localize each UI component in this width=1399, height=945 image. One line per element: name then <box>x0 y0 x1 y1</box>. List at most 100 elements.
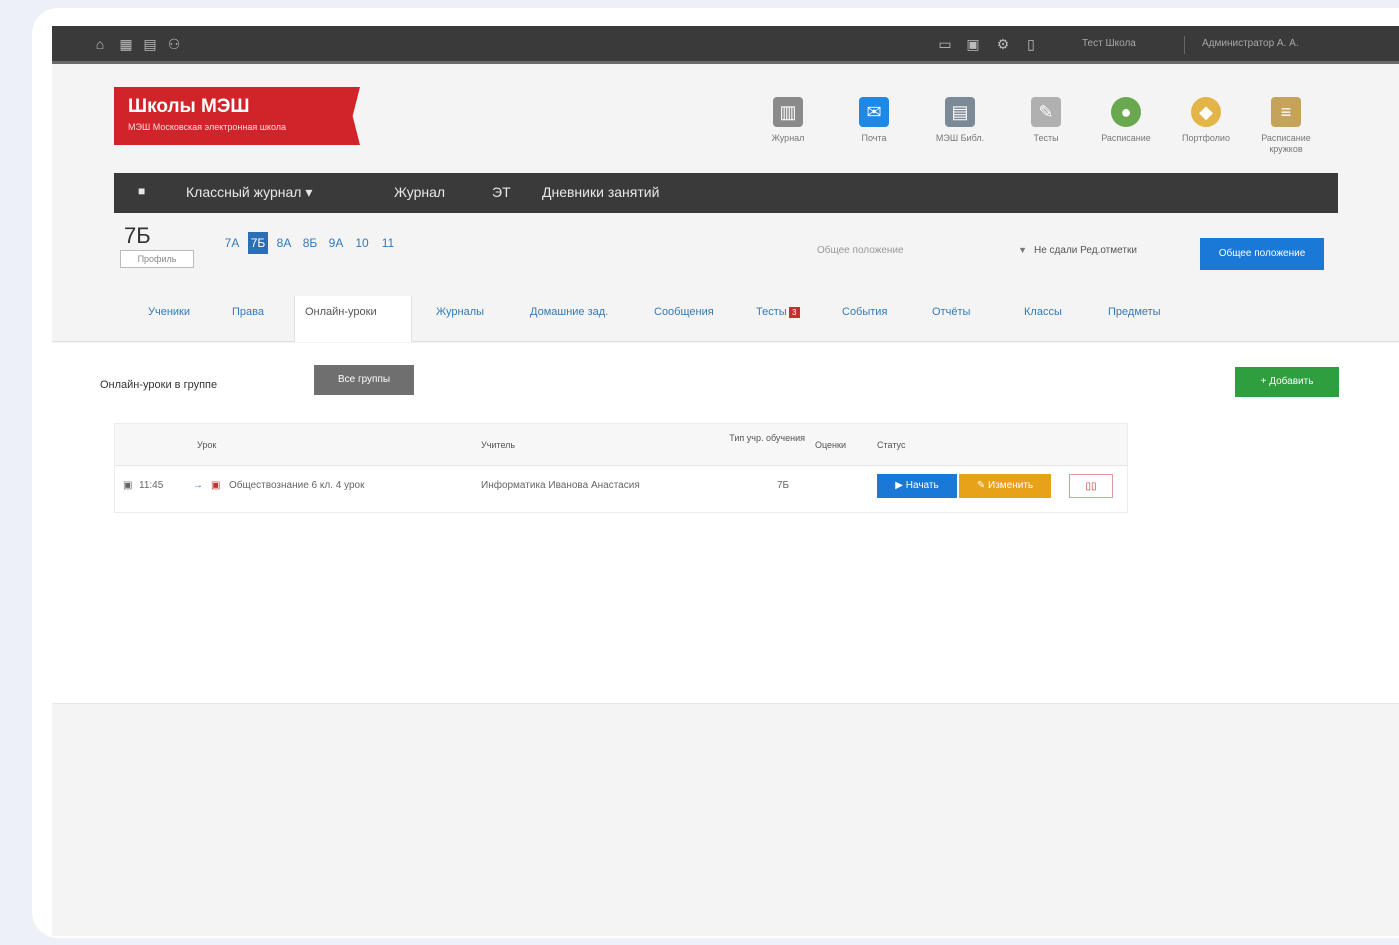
lesson-type: 7Б <box>777 480 790 491</box>
class-links[interactable]: Не сдали Ред.отметки <box>1034 245 1137 256</box>
screenshot-card: ⌂ ▦ ▤ ⚇ ▭ ▣ ⚙ ▯ Тест Школа Администратор… <box>32 8 1399 938</box>
general-button[interactable]: Общее положение <box>1200 238 1324 270</box>
table-row: ▣ 11:45 → ▣ Обществознание 6 кл. 4 урок … <box>115 466 1127 508</box>
tab-homework[interactable]: Домашние зад. <box>520 296 618 342</box>
lesson-title[interactable]: Обществознание 6 кл. 4 урок <box>229 480 364 491</box>
nav-diaries[interactable]: Дневники занятий <box>542 184 659 200</box>
class-link[interactable]: 8Б <box>300 232 320 254</box>
app-mail[interactable]: ✉ Почта <box>836 97 912 144</box>
tab-online-lessons[interactable]: Онлайн-уроки <box>294 296 412 342</box>
class-link[interactable]: 9А <box>326 232 346 254</box>
app-label: Портфолио <box>1182 133 1230 143</box>
expand-icon[interactable]: → <box>193 480 203 491</box>
grid-icon[interactable]: ■ <box>138 184 145 198</box>
tab-label: Сообщения <box>654 306 714 318</box>
checkbox[interactable]: ▣ <box>123 480 132 491</box>
tab-messages[interactable]: Сообщения <box>644 296 724 342</box>
class-title: 7Б <box>124 223 151 248</box>
library-icon: ▤ <box>945 97 975 127</box>
lessons-table: Урок Учитель Тип учр. обучения Оценки Ст… <box>114 423 1128 513</box>
lock-icon[interactable]: ▯ <box>1023 36 1039 52</box>
calendar-icon[interactable]: ▦ <box>118 36 134 52</box>
app-clubs[interactable]: ≡ Расписание кружков <box>1248 97 1324 155</box>
add-button[interactable]: + Добавить <box>1235 367 1339 397</box>
app-label: Расписание кружков <box>1261 133 1311 154</box>
column-header: Тип учр. обучения <box>729 433 805 443</box>
start-button[interactable]: ▶ Начать <box>877 474 957 498</box>
column-header: Статус <box>877 440 906 450</box>
user-icon[interactable]: ⚇ <box>166 36 182 52</box>
portfolio-icon: ◆ <box>1191 97 1221 127</box>
edit-button[interactable]: ✎ Изменить <box>959 474 1051 498</box>
app-library[interactable]: ▤ МЭШ Библ. <box>922 97 998 144</box>
tab-rights[interactable]: Права <box>222 296 274 342</box>
app-portfolio[interactable]: ◆ Портфолио <box>1168 97 1244 144</box>
app-label: Тесты <box>1033 133 1059 143</box>
class-profile-button[interactable]: Профиль <box>120 250 194 268</box>
tab-subjects[interactable]: Предметы <box>1098 296 1171 342</box>
class-link[interactable]: 7А <box>222 232 242 254</box>
header: Школы МЭШ МЭШ Московская электронная шко… <box>52 67 1399 177</box>
view-select[interactable]: Общее положение ▼ <box>817 245 1027 265</box>
settings-icon[interactable]: ⚙ <box>995 36 1011 52</box>
app-label: Журнал <box>771 133 805 143</box>
top-bar: ⌂ ▦ ▤ ⚇ ▭ ▣ ⚙ ▯ Тест Школа Администратор… <box>52 26 1399 64</box>
tab-label: Домашние зад. <box>530 306 609 318</box>
tab-tests[interactable]: Тесты 3 <box>746 296 810 342</box>
play-icon: ▶ <box>895 480 903 491</box>
tab-students[interactable]: Ученики <box>138 296 200 342</box>
tab-label: Журналы <box>436 306 485 318</box>
app-journal[interactable]: ▥ Журнал <box>750 97 826 144</box>
edit-label: Изменить <box>988 480 1034 491</box>
nav-et[interactable]: ЭТ <box>492 184 511 200</box>
class-link[interactable]: 8А <box>274 232 294 254</box>
main-content: Онлайн-уроки в группе Все группы + Добав… <box>52 343 1399 703</box>
app-window: ⌂ ▦ ▤ ⚇ ▭ ▣ ⚙ ▯ Тест Школа Администратор… <box>52 26 1399 936</box>
tab-classes[interactable]: Классы <box>1014 296 1072 342</box>
home-icon[interactable]: ⌂ <box>92 36 108 52</box>
nav-class-journal[interactable]: Классный журнал ▾ <box>186 184 312 201</box>
app-label: МЭШ Библ. <box>935 133 985 143</box>
tab-label: Тесты <box>756 306 787 318</box>
delete-button[interactable]: ▯▯ <box>1069 474 1113 498</box>
column-header: Оценки <box>815 440 846 450</box>
logo-title: Школы МЭШ <box>128 96 250 117</box>
clubs-icon: ≡ <box>1271 97 1301 127</box>
user-name[interactable]: Администратор А. А. <box>1202 38 1299 49</box>
nav-journal[interactable]: Журнал <box>394 184 445 200</box>
tab-badge: 3 <box>788 307 800 318</box>
class-link[interactable]: 11 <box>378 232 398 254</box>
tab-events[interactable]: События <box>832 296 897 342</box>
topbar-divider <box>1184 36 1185 54</box>
tab-label: Онлайн-уроки <box>305 306 377 318</box>
class-link[interactable]: 10 <box>352 232 372 254</box>
tab-journals[interactable]: Журналы <box>426 296 494 342</box>
mail-icon[interactable]: ▭ <box>937 36 953 52</box>
mail-icon: ✉ <box>859 97 889 127</box>
start-label: Начать <box>905 480 939 491</box>
class-switcher: 7А 7Б 8А 8Б 9А 10 11 <box>222 232 404 254</box>
app-label: Расписание <box>1101 133 1151 143</box>
journal-icon: ▥ <box>773 97 803 127</box>
tab-label: Классы <box>1024 306 1062 318</box>
grid-icon[interactable]: ▤ <box>142 36 158 52</box>
all-groups-button[interactable]: Все группы <box>314 365 414 395</box>
schedule-icon: ● <box>1111 97 1141 127</box>
main-nav: ■ Классный журнал ▾ Журнал ЭТ Дневники з… <box>114 173 1338 213</box>
column-header: Урок <box>197 440 217 450</box>
chat-icon[interactable]: ▣ <box>965 36 981 52</box>
page-footer <box>52 703 1399 936</box>
test-icon: ✎ <box>1031 97 1061 127</box>
lesson-time: 11:45 <box>139 480 164 491</box>
app-schedule[interactable]: ● Расписание <box>1088 97 1164 144</box>
school-link[interactable]: Тест Школа <box>1082 38 1136 49</box>
school-logo[interactable]: Школы МЭШ МЭШ Московская электронная шко… <box>114 87 360 145</box>
class-link-active[interactable]: 7Б <box>248 232 268 254</box>
column-header: Учитель <box>481 440 516 450</box>
tab-label: Права <box>232 306 264 318</box>
tab-label: События <box>842 306 888 318</box>
class-header: 7Б Профиль 7А 7Б 8А 8Б 9А 10 11 Общее положени… <box>52 216 1399 282</box>
tab-reports[interactable]: Отчёты <box>922 296 980 342</box>
table-header: Урок Учитель Тип учр. обучения Оценки Ст… <box>115 424 1127 466</box>
app-tests[interactable]: ✎ Тесты <box>1008 97 1084 144</box>
